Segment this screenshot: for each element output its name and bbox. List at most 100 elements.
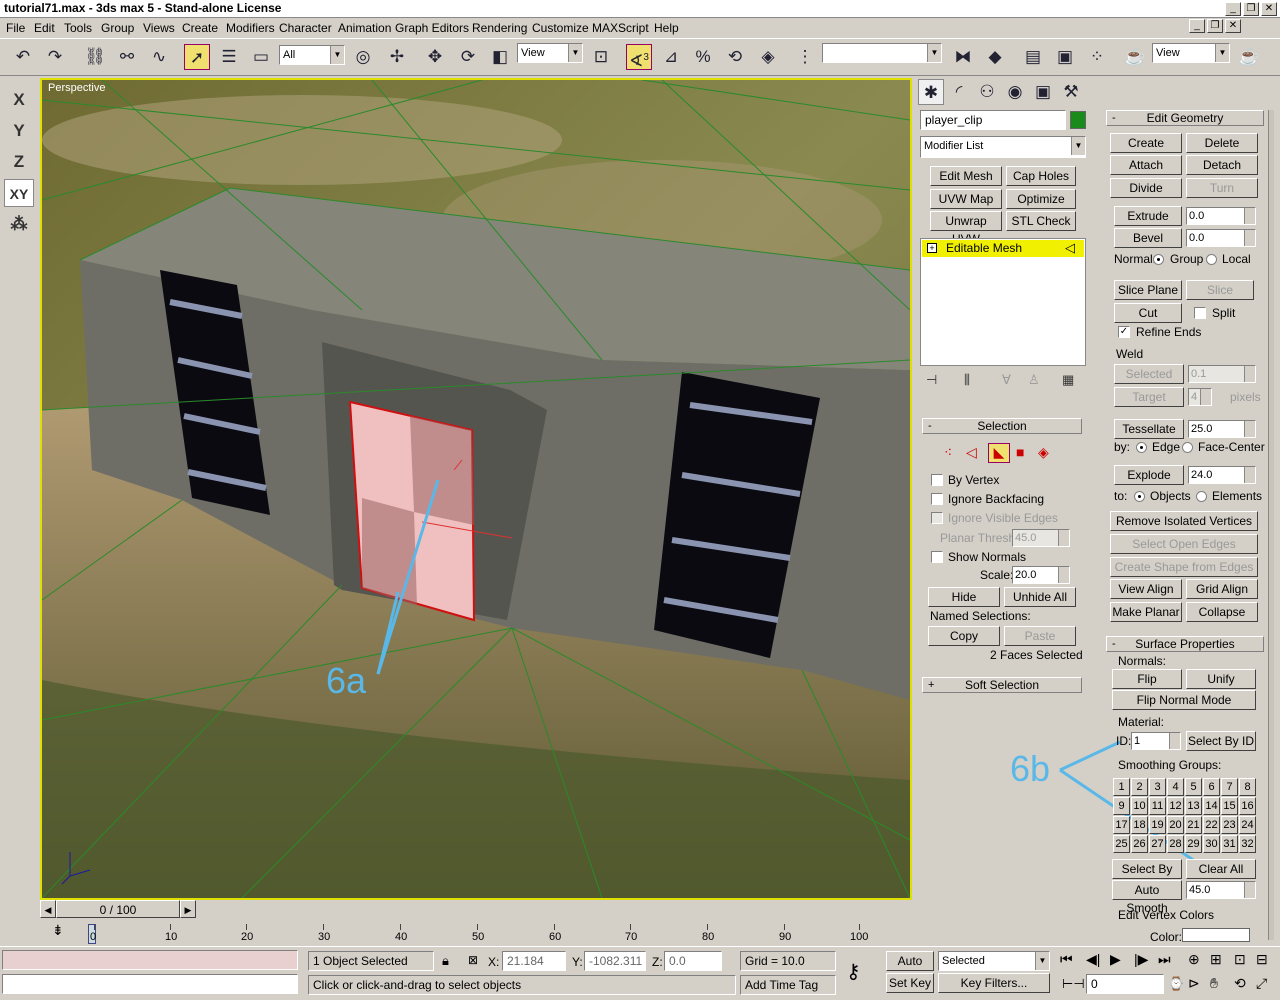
detach-button[interactable]: Detach [1186,155,1258,175]
sg-button[interactable]: 1 [1113,778,1130,796]
sg-button[interactable]: 20 [1167,816,1184,834]
lock-icon[interactable]: 🔒︎ [442,953,449,969]
sg-button[interactable]: 13 [1185,797,1202,815]
sg-button[interactable]: 21 [1185,816,1202,834]
clear-all-button[interactable]: Clear All [1186,859,1256,879]
sg-button[interactable]: 31 [1221,835,1238,853]
crossing-icon[interactable]: ✢ [384,44,410,70]
zoom-extents-icon[interactable]: ⊡ [1234,951,1246,968]
menu-modifiers[interactable]: Modifiers [226,21,275,35]
sg-button[interactable]: 18 [1131,816,1148,834]
material-id-spinner[interactable]: 1 [1131,732,1181,750]
sg-button[interactable]: 12 [1167,797,1184,815]
axis-y-button[interactable]: Y [4,117,34,145]
display-tab-icon[interactable]: ▣ [1030,79,1056,105]
sg-button[interactable]: 25 [1113,835,1130,853]
normal-group-radio[interactable] [1153,254,1164,265]
chevron-right-icon[interactable]: ▶ [180,900,196,918]
next-frame-icon[interactable]: |▶ [1134,951,1148,968]
auto-smooth-button[interactable]: Auto Smooth [1112,880,1182,915]
add-time-tag[interactable]: Add Time Tag [740,975,836,995]
slice-button[interactable]: Slice [1186,280,1254,300]
arc-rotate-icon[interactable]: ⟲ [1234,975,1246,992]
flip-normal-mode-button[interactable]: Flip Normal Mode [1112,690,1256,710]
link-icon[interactable]: ⛓ [82,44,108,70]
zoom-extents-all-icon[interactable]: ⊟ [1256,951,1268,968]
cap-holes-button[interactable]: Cap Holes [1006,166,1076,186]
sg-button[interactable]: 29 [1185,835,1202,853]
optimize-button[interactable]: Optimize [1006,189,1076,209]
named-selection-dropdown[interactable]: ▼ [822,43,942,63]
expand-icon[interactable]: + [927,243,937,253]
menu-tools[interactable]: Tools [64,21,92,35]
maxscript-mini-listener[interactable] [2,974,298,994]
modifier-list-dropdown[interactable]: Modifier List ▼ [920,136,1086,158]
child-restore-button[interactable]: ❐ [1207,19,1223,33]
sg-button[interactable]: 24 [1239,816,1256,834]
sg-button[interactable]: 10 [1131,797,1148,815]
make-planar-button[interactable]: Make Planar [1110,602,1182,622]
refine-ends-checkbox[interactable]: ✓ [1118,326,1130,338]
sg-button[interactable]: 4 [1167,778,1184,796]
menu-edit[interactable]: Edit [34,21,55,35]
sg-button[interactable]: 7 [1221,778,1238,796]
rectangular-selection-icon[interactable]: ▭ [248,44,274,70]
schematic-view-icon[interactable]: ▣ [1052,44,1078,70]
absolute-mode-icon[interactable]: ⊠ [468,953,478,967]
unhide-all-button[interactable]: Unhide All [1004,587,1076,607]
percent-snap-icon[interactable]: % [690,44,716,70]
select-object-icon[interactable]: ➚ [184,44,210,70]
ignore-visible-edges-checkbox[interactable] [931,512,943,524]
sg-button[interactable]: 2 [1131,778,1148,796]
perspective-viewport[interactable]: Perspective 6a [40,78,912,900]
current-frame-field[interactable]: 0 [1086,974,1164,994]
attach-button[interactable]: Attach [1110,155,1182,175]
sg-button[interactable]: 22 [1203,816,1220,834]
sg-button[interactable]: 3 [1149,778,1166,796]
polygon-icon[interactable]: ■ [1016,444,1024,460]
soft-selection-rollout-header[interactable]: + Soft Selection [922,677,1082,693]
select-by-name-icon[interactable]: ☰ [216,44,242,70]
menu-graph-editors[interactable]: Graph Editors [395,21,469,35]
menu-group[interactable]: Group [101,21,134,35]
menu-views[interactable]: Views [143,21,175,35]
time-slider[interactable]: ◀ 0 / 100 ▶ [40,900,912,918]
go-to-start-icon[interactable]: ⏮ [1060,951,1073,968]
track-bar[interactable]: 0 10 20 30 40 50 60 70 80 90 100 [88,924,910,946]
sg-button[interactable]: 28 [1167,835,1184,853]
render-view-dropdown[interactable]: View ▼ [1152,43,1230,63]
pan-icon[interactable]: ✋︎ [1210,975,1218,992]
create-button[interactable]: Create [1110,133,1182,153]
play-icon[interactable]: ▶ [1110,951,1121,968]
edge-icon[interactable]: ◁ [966,444,977,461]
element-icon[interactable]: ◈ [1038,444,1049,461]
sg-button[interactable]: 30 [1203,835,1220,853]
make-unique-icon[interactable]: ∀ [1002,372,1011,388]
utilities-tab-icon[interactable]: ⚒ [1058,79,1084,105]
ignore-backfacing-checkbox[interactable] [931,493,943,505]
weld-selected-button[interactable]: Selected [1114,364,1184,384]
y-coordinate[interactable]: -1082.311 [584,951,646,971]
divide-button[interactable]: Divide [1110,178,1182,198]
material-editor-icon[interactable]: ⁘ [1084,44,1110,70]
sg-button[interactable]: 6 [1203,778,1220,796]
planar-thresh-spinner[interactable]: 45.0 [1012,529,1070,547]
create-shape-from-edges-button[interactable]: Create Shape from Edges [1110,557,1258,577]
vertex-icon[interactable]: ⁖ [944,444,952,461]
menu-customize[interactable]: Customize [532,21,589,35]
minimize-button[interactable]: _ [1225,2,1241,16]
explode-spinner[interactable]: 24.0 [1188,466,1256,484]
tessellate-spinner[interactable]: 25.0 [1188,420,1256,438]
sg-button[interactable]: 27 [1149,835,1166,853]
sg-button[interactable]: 19 [1149,816,1166,834]
selection-rollout-header[interactable]: - Selection [922,418,1082,434]
remove-modifier-icon[interactable]: ♙ [1028,372,1040,388]
collapse-button[interactable]: Collapse [1186,602,1258,622]
named-selection-icon[interactable]: ◈ [755,44,781,70]
pivot-center-icon[interactable]: ⊡ [588,44,614,70]
sg-button[interactable]: 14 [1203,797,1220,815]
x-coordinate[interactable]: 21.184 [502,951,566,971]
scale-icon[interactable]: ◧ [487,44,513,70]
paste-button[interactable]: Paste [1004,626,1076,646]
viewport-label[interactable]: Perspective [48,82,105,94]
